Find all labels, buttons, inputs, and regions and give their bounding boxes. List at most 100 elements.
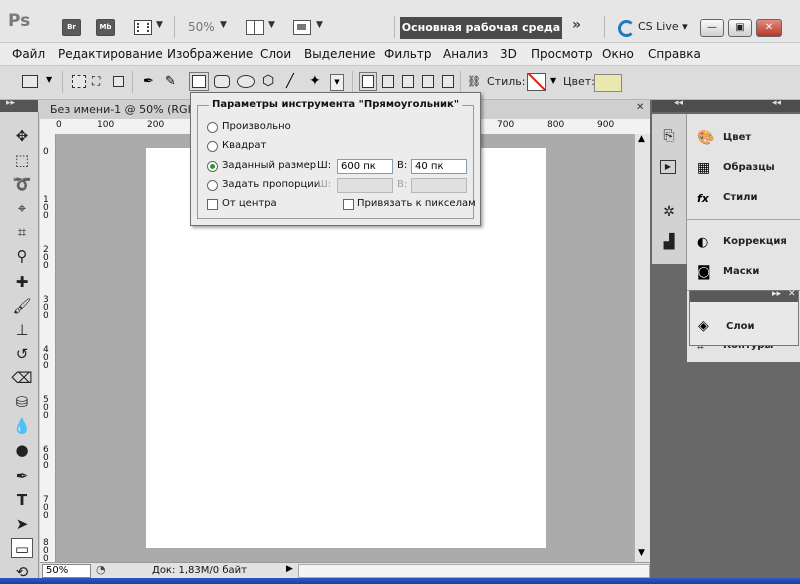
- color-panel-tab[interactable]: 🎨 Цвет: [687, 124, 800, 153]
- history-panel-icon[interactable]: ⎘: [660, 128, 678, 144]
- eraser-tool-icon[interactable]: ⌫: [11, 368, 33, 388]
- unconstrained-label[interactable]: Произвольно: [222, 121, 291, 132]
- cs-live-icon[interactable]: [618, 20, 635, 37]
- height-field[interactable]: 40 пк: [411, 159, 467, 174]
- zoom-level[interactable]: 50%: [188, 20, 215, 34]
- menu-layer[interactable]: Слои: [260, 47, 291, 61]
- quick-selection-tool-icon[interactable]: ⌖: [11, 198, 33, 218]
- layers-panel-flyout[interactable]: ▸▸ ✕ ◈ Слои: [689, 289, 799, 346]
- chevron-down-icon[interactable]: ▼: [156, 20, 163, 30]
- move-tool-icon[interactable]: ✥: [11, 126, 33, 146]
- square-label[interactable]: Квадрат: [222, 140, 266, 151]
- subtract-shape-icon[interactable]: [402, 75, 414, 88]
- crop-tool-icon[interactable]: ⌗: [11, 222, 33, 242]
- path-selection-tool-icon[interactable]: ➤: [11, 514, 33, 534]
- fixed-size-label[interactable]: Заданный размер: [222, 160, 316, 171]
- actions-panel-icon[interactable]: ▶: [660, 160, 676, 174]
- menu-filter[interactable]: Фильтр: [384, 47, 431, 61]
- cs-live-button[interactable]: CS Live ▾: [638, 20, 688, 33]
- restore-button[interactable]: ▣: [728, 19, 752, 37]
- pen-tool-icon[interactable]: ✒: [11, 466, 33, 486]
- menu-window[interactable]: Окно: [602, 47, 634, 61]
- 3d-panel-icon[interactable]: ✲: [660, 204, 678, 220]
- chevron-down-icon[interactable]: ▼: [46, 75, 52, 84]
- chevron-down-icon[interactable]: ▼: [220, 20, 227, 30]
- close-button[interactable]: ✕: [756, 19, 782, 37]
- overflow-icon[interactable]: »: [572, 17, 581, 33]
- menu-analysis[interactable]: Анализ: [443, 47, 488, 61]
- adjustments-panel-tab[interactable]: ◐ Коррекция: [687, 228, 800, 257]
- square-radio[interactable]: [207, 141, 218, 152]
- proportional-label[interactable]: Задать пропорции: [222, 179, 320, 190]
- from-center-label[interactable]: От центра: [222, 198, 277, 209]
- pen-icon[interactable]: ✒: [143, 75, 157, 88]
- scroll-down-icon[interactable]: ▼: [638, 548, 645, 558]
- brush-tool-icon[interactable]: 🖌: [11, 296, 33, 316]
- menu-select[interactable]: Выделение: [304, 47, 375, 61]
- styles-panel-tab[interactable]: fx Стили: [687, 184, 800, 213]
- menu-view[interactable]: Просмотр: [531, 47, 593, 61]
- new-shape-layer-icon[interactable]: [359, 72, 377, 91]
- width-field[interactable]: 600 пк: [337, 159, 393, 174]
- freeform-pen-icon[interactable]: ✎: [165, 75, 179, 88]
- line-icon[interactable]: ╱: [286, 75, 300, 88]
- custom-shape-icon[interactable]: ✦: [309, 74, 323, 88]
- bridge-button[interactable]: Br: [62, 19, 81, 36]
- panel-dock-header[interactable]: ◂◂ ◂◂: [652, 98, 800, 112]
- marquee-tool-icon[interactable]: ⬚: [11, 150, 33, 170]
- healing-brush-tool-icon[interactable]: ✚: [11, 272, 33, 292]
- chevron-down-icon[interactable]: ▼: [268, 20, 275, 30]
- ellipse-icon[interactable]: [237, 75, 255, 88]
- tools-panel-header[interactable]: ▸▸: [0, 98, 38, 112]
- menu-image[interactable]: Изображение: [167, 47, 253, 61]
- rectangle-tool-icon[interactable]: ▭: [11, 538, 33, 558]
- screen-mode-icon[interactable]: [293, 20, 311, 35]
- horizontal-scrollbar[interactable]: [298, 564, 650, 578]
- color-swatch[interactable]: [594, 74, 622, 92]
- vertical-ruler[interactable]: 0 1 0 0 2 0 0 3 0 0 4 0 0 5 0 0 6 0 0 7 …: [40, 134, 56, 562]
- chevron-down-icon[interactable]: ▼: [316, 20, 323, 30]
- dodge-tool-icon[interactable]: ●: [11, 440, 33, 460]
- link-icon[interactable]: ⛓: [467, 75, 481, 88]
- proportional-radio[interactable]: [207, 180, 218, 191]
- history-brush-tool-icon[interactable]: ↺: [11, 344, 33, 364]
- clone-stamp-tool-icon[interactable]: ⊥: [11, 320, 33, 340]
- geometry-options-dropdown[interactable]: ▼: [330, 74, 344, 91]
- collapse-icon[interactable]: ◂◂: [772, 98, 781, 108]
- intersect-shape-icon[interactable]: [422, 75, 434, 88]
- swatches-panel-tab[interactable]: ▦ Образцы: [687, 154, 800, 183]
- minimize-button[interactable]: —: [700, 19, 724, 37]
- menu-edit[interactable]: Редактирование: [58, 47, 163, 61]
- snap-to-pixels-label[interactable]: Привязать к пикселам: [357, 198, 476, 209]
- snap-to-pixels-checkbox[interactable]: [343, 199, 354, 210]
- from-center-checkbox[interactable]: [207, 199, 218, 210]
- shape-layers-icon[interactable]: [72, 75, 86, 88]
- unconstrained-radio[interactable]: [207, 122, 218, 133]
- fixed-size-radio[interactable]: [207, 161, 218, 172]
- status-icon[interactable]: ◔: [96, 563, 106, 576]
- rounded-rectangle-icon[interactable]: [214, 75, 230, 88]
- chevron-down-icon[interactable]: ▼: [550, 76, 556, 85]
- vertical-scrollbar[interactable]: ▲ ▼: [634, 134, 651, 562]
- masks-panel-tab[interactable]: ◙ Маски: [687, 258, 800, 287]
- eyedropper-tool-icon[interactable]: ⚲: [11, 246, 33, 266]
- paths-icon[interactable]: ⛶: [92, 75, 106, 88]
- close-icon[interactable]: ✕: [788, 289, 796, 299]
- exclude-shape-icon[interactable]: [442, 75, 454, 88]
- scroll-up-icon[interactable]: ▲: [638, 134, 645, 144]
- polygon-icon[interactable]: ⬡: [262, 74, 276, 88]
- add-to-shape-icon[interactable]: [382, 75, 394, 88]
- workspace-switcher-button[interactable]: Основная рабочая среда: [400, 17, 562, 39]
- fill-pixels-icon[interactable]: [113, 76, 124, 87]
- extras-icon[interactable]: [134, 20, 152, 35]
- rectangle-tool-icon[interactable]: [189, 72, 209, 91]
- status-menu-arrow-icon[interactable]: ▶: [286, 564, 293, 574]
- type-tool-icon[interactable]: T: [11, 490, 33, 510]
- expand-icon[interactable]: ▸▸: [772, 289, 781, 299]
- menu-file[interactable]: Файл: [12, 47, 45, 61]
- mini-bridge-button[interactable]: Mb: [96, 19, 115, 36]
- blur-tool-icon[interactable]: 💧: [11, 416, 33, 436]
- style-picker[interactable]: [527, 73, 546, 91]
- lasso-tool-icon[interactable]: ➰: [11, 174, 33, 194]
- arrange-documents-icon[interactable]: [246, 20, 264, 35]
